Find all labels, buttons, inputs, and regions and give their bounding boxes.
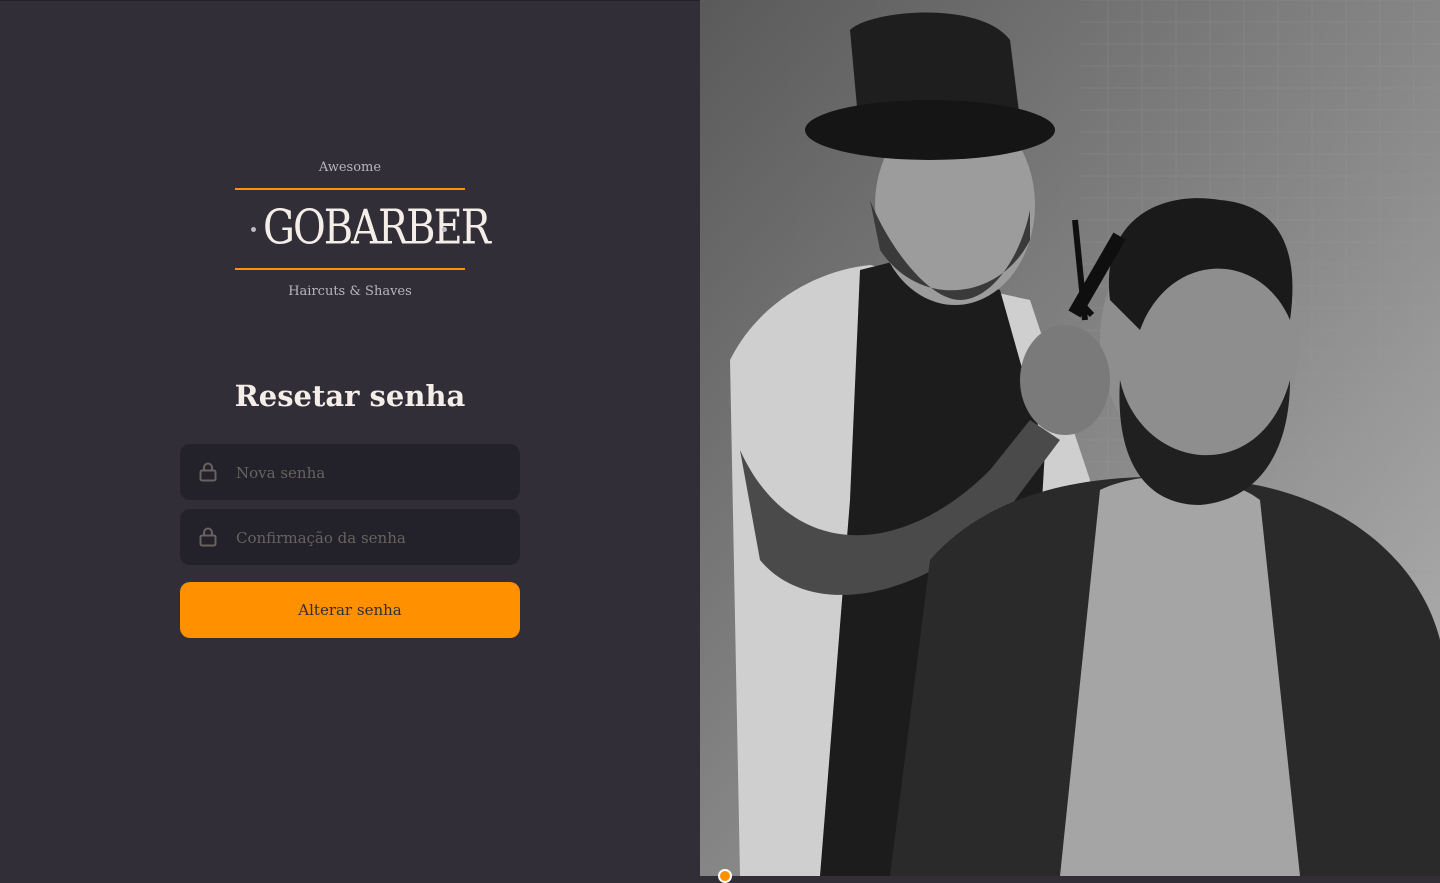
page-title: Resetar senha <box>234 379 466 413</box>
new-password-input[interactable] <box>234 444 508 502</box>
logo-brand-name: GOBARBER <box>263 200 491 256</box>
barber-background-photo <box>700 0 1440 876</box>
barber-photo-illustration <box>700 0 1440 876</box>
left-panel: Awesome GOBARBER Haircuts & Shaves Reset… <box>0 0 700 876</box>
new-password-field[interactable] <box>180 444 520 502</box>
lock-icon <box>199 527 217 547</box>
logo-divider-bottom <box>235 268 465 270</box>
logo-tagline-bottom: Haircuts & Shaves <box>288 284 412 299</box>
status-indicator <box>718 869 732 883</box>
change-password-button[interactable]: Alterar senha <box>180 582 520 638</box>
logo-ornament-dot-left <box>251 227 256 232</box>
gobarber-logo: Awesome GOBARBER Haircuts & Shaves <box>235 156 491 306</box>
logo-ornament-dot-right <box>442 227 447 232</box>
logo-divider-top <box>235 188 465 190</box>
confirm-password-field[interactable] <box>180 509 520 567</box>
confirm-password-input[interactable] <box>234 509 508 567</box>
lock-icon <box>199 462 217 482</box>
logo-tagline-top: Awesome <box>318 160 382 175</box>
